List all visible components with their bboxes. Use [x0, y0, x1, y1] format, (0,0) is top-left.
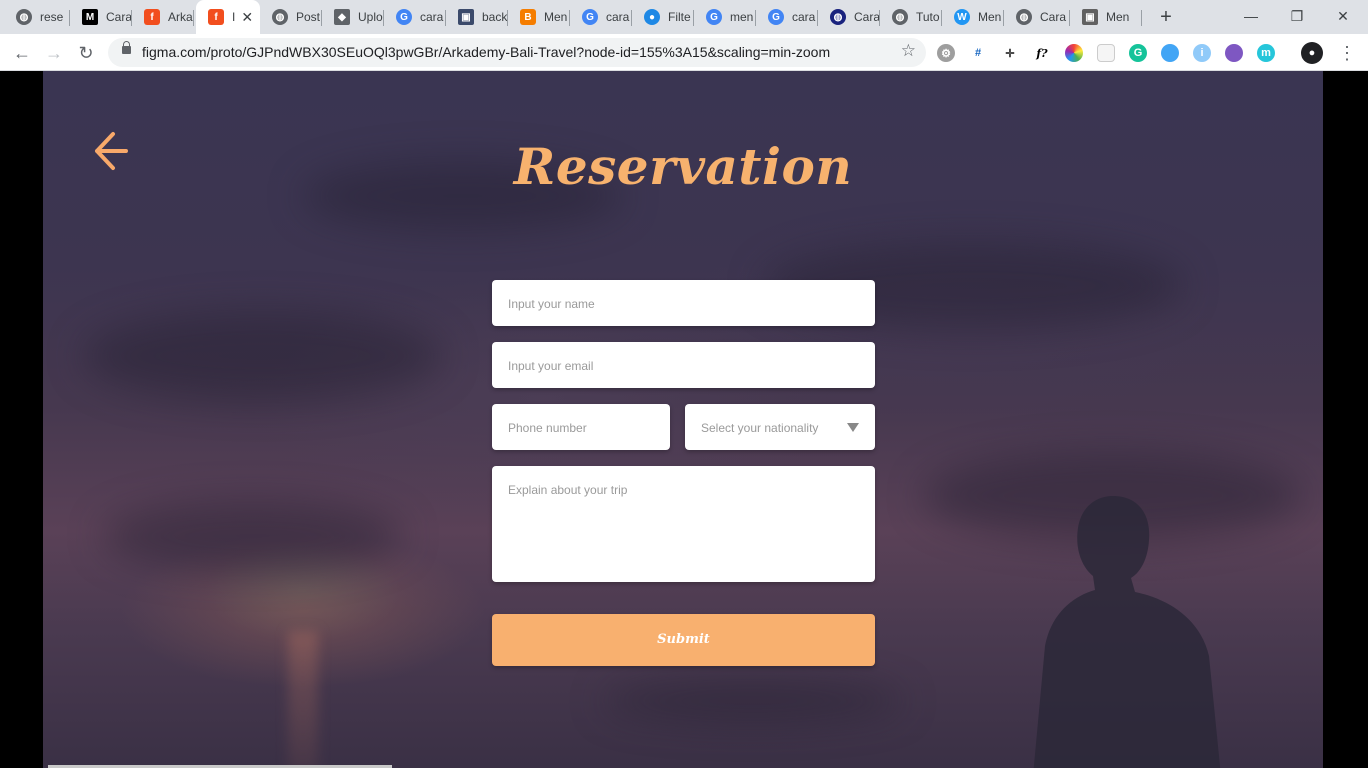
browser-toolbar: ← → ↻ figma.com/proto/GJPndWBX30SEuOQl3p…: [0, 34, 1368, 71]
browser-tab[interactable]: W Men: [942, 4, 1004, 30]
tab-label: Tuto: [916, 10, 940, 24]
nationality-placeholder: Select your nationality: [701, 421, 819, 435]
minimize-button[interactable]: —: [1228, 4, 1274, 28]
tab-label: Men: [1106, 10, 1130, 24]
wp-icon: W: [954, 9, 970, 25]
extension-info-icon[interactable]: i: [1193, 44, 1211, 62]
browser-tab[interactable]: ▣ back: [446, 4, 508, 30]
extension-color-icon[interactable]: [1065, 44, 1083, 62]
tab-label: Cara: [106, 10, 132, 24]
app-icon: ▣: [458, 9, 474, 25]
extension-move-icon[interactable]: ✛: [1001, 44, 1019, 62]
globe-icon: ◍: [272, 9, 288, 25]
globe-icon: ◍: [892, 9, 908, 25]
tab-label: Cara: [854, 10, 880, 24]
tab-label: Men: [544, 10, 568, 24]
tab-label: Arka: [168, 10, 193, 24]
name-input[interactable]: Input your name: [492, 280, 875, 326]
extension-chrome-icon[interactable]: [1225, 44, 1243, 62]
filter-icon: ●: [644, 9, 660, 25]
address-bar[interactable]: figma.com/proto/GJPndWBX30SEuOQl3pwGBr/A…: [108, 38, 926, 67]
tab-label: Cara: [1040, 10, 1067, 24]
extension-note-icon[interactable]: [1097, 44, 1115, 62]
google-icon: G: [706, 9, 722, 25]
browser-tab[interactable]: ◍ Cara: [1004, 4, 1070, 30]
prototype-frame: Reservation Input your name Input your e…: [43, 71, 1323, 768]
sun-reflection: [288, 631, 318, 768]
phone-placeholder: Phone number: [508, 421, 587, 435]
browser-tab-active[interactable]: f I ✕: [196, 0, 260, 34]
extension-globe-icon[interactable]: [1161, 44, 1179, 62]
phone-input[interactable]: Phone number: [492, 404, 670, 450]
google-icon: G: [582, 9, 598, 25]
figma-icon: f: [144, 9, 160, 25]
trip-placeholder: Explain about your trip: [508, 483, 628, 497]
tab-label: cara: [792, 10, 816, 24]
bookmark-star-icon[interactable]: ☆: [901, 41, 916, 61]
browser-tab[interactable]: G cara: [384, 4, 446, 30]
google-icon: G: [768, 9, 784, 25]
person-silhouette: [1033, 496, 1221, 768]
forward-nav-icon[interactable]: →: [42, 41, 66, 65]
browser-tab[interactable]: ◍ Post: [260, 4, 322, 30]
back-nav-icon[interactable]: ←: [10, 41, 34, 65]
browser-tab[interactable]: ◍ rese: [4, 4, 70, 30]
new-tab-button[interactable]: +: [1155, 6, 1177, 28]
browser-tab[interactable]: B Men: [508, 4, 570, 30]
nationality-select[interactable]: Select your nationality: [685, 404, 875, 450]
tab-label: Post: [296, 10, 321, 24]
browser-tab[interactable]: f Arka: [132, 4, 194, 30]
tab-label: men: [730, 10, 754, 24]
tab-label: Men: [978, 10, 1002, 24]
browser-tab[interactable]: ● Filte: [632, 4, 694, 30]
globe-icon: ◍: [1016, 9, 1032, 25]
close-window-button[interactable]: ✕: [1320, 4, 1366, 28]
profile-avatar[interactable]: ●: [1301, 42, 1323, 64]
email-placeholder: Input your email: [508, 359, 594, 373]
medium-icon: M: [82, 9, 98, 25]
blogger-icon: B: [520, 9, 536, 25]
layers-icon: ◆: [334, 9, 350, 25]
tab-label: Uplo: [358, 10, 383, 24]
email-input[interactable]: Input your email: [492, 342, 875, 388]
app-icon: ▣: [1082, 9, 1098, 25]
extension-frame-icon[interactable]: #: [969, 44, 987, 62]
extension-gear-icon[interactable]: ⚙: [937, 44, 955, 62]
browser-tab[interactable]: G men: [694, 4, 756, 30]
close-tab-icon[interactable]: ✕: [241, 9, 253, 26]
submit-button[interactable]: Submit: [492, 614, 875, 666]
tab-label: cara: [606, 10, 630, 24]
tab-strip: ◍ rese M Cara f Arka f I ✕ ◍ Post ◆ Uplo…: [0, 0, 1368, 34]
browser-tab[interactable]: G cara: [756, 4, 818, 30]
globe-icon: ◍: [16, 9, 32, 25]
dropdown-caret-icon: [847, 423, 859, 432]
tab-label: rese: [40, 10, 64, 24]
maximize-button[interactable]: ❐: [1274, 4, 1320, 28]
browser-tab[interactable]: ◍ Tuto: [880, 4, 942, 30]
extension-font-icon[interactable]: f?: [1033, 44, 1051, 62]
trip-textarea[interactable]: Explain about your trip: [492, 466, 875, 582]
browser-tab[interactable]: ◍ Cara: [818, 4, 880, 30]
name-placeholder: Input your name: [508, 297, 595, 311]
extension-grammarly-icon[interactable]: G: [1129, 44, 1147, 62]
tab-label: back: [482, 10, 508, 24]
browser-tab[interactable]: ▣ Men: [1070, 4, 1142, 30]
browser-tab[interactable]: ◆ Uplo: [322, 4, 384, 30]
browser-tab[interactable]: G cara: [570, 4, 632, 30]
page-title: Reservation: [513, 137, 853, 196]
tab-label: I: [232, 10, 236, 24]
browser-tab[interactable]: M Cara: [70, 4, 132, 30]
google-icon: G: [396, 9, 412, 25]
lock-icon: [122, 41, 131, 54]
extension-m-icon[interactable]: m: [1257, 44, 1275, 62]
figma-icon: f: [208, 9, 224, 25]
reload-icon[interactable]: ↻: [74, 41, 98, 65]
tab-label: cara: [420, 10, 444, 24]
page-viewport: Reservation Input your name Input your e…: [0, 71, 1368, 768]
url-text: figma.com/proto/GJPndWBX30SEuOQl3pwGBr/A…: [142, 44, 831, 60]
menu-icon[interactable]: ⋮: [1338, 42, 1356, 64]
globe-dark-icon: ◍: [830, 9, 846, 25]
tab-label: Filte: [668, 10, 691, 24]
